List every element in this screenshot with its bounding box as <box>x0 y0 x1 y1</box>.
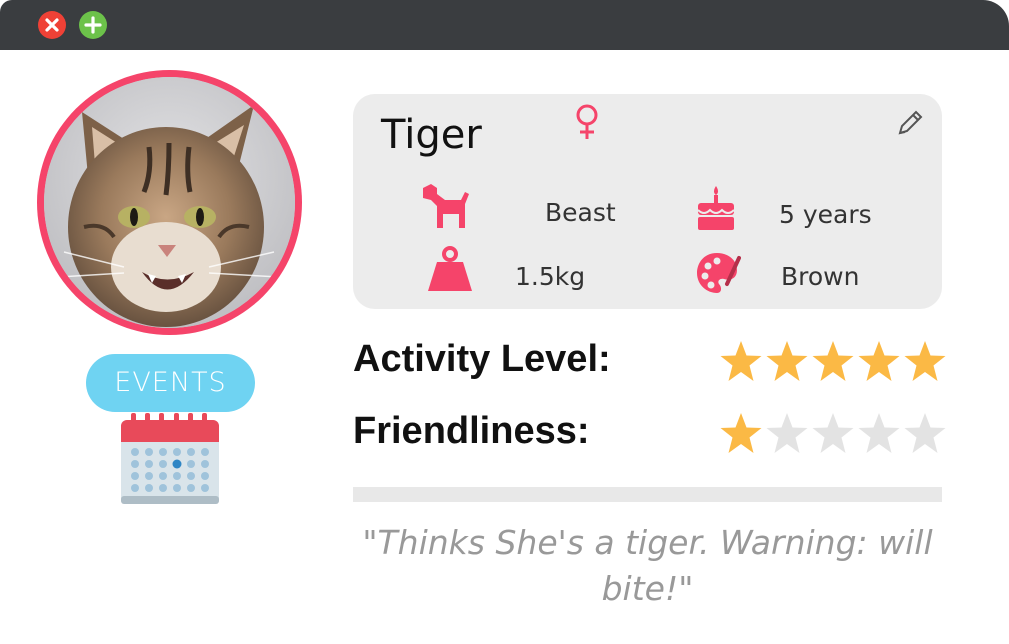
color-value: Brown <box>781 262 860 291</box>
star-filled-icon[interactable] <box>720 340 762 384</box>
pet-description-quote: "Thinks She's a tiger. Warning: will bit… <box>362 523 933 608</box>
divider <box>353 487 942 502</box>
activity-rating[interactable] <box>720 340 946 384</box>
weight-icon <box>427 246 473 296</box>
palette-icon <box>695 250 741 300</box>
close-icon <box>45 18 59 32</box>
activity-level-label: Activity Level: <box>353 338 611 380</box>
weight-value: 1.5kg <box>515 262 586 291</box>
female-icon <box>573 102 601 146</box>
birthday-cake-icon <box>695 184 737 236</box>
pet-info-card: Tiger Beast 5 years 1.5kg Brown <box>353 94 942 309</box>
star-filled-icon[interactable] <box>858 340 900 384</box>
star-filled-icon[interactable] <box>812 340 854 384</box>
star-empty-icon[interactable] <box>812 412 854 456</box>
plus-icon <box>84 16 102 34</box>
star-filled-icon[interactable] <box>766 340 808 384</box>
friendliness-label: Friendliness: <box>353 410 590 452</box>
age-value: 5 years <box>779 200 872 229</box>
cat-photo <box>44 77 295 328</box>
star-empty-icon[interactable] <box>904 412 946 456</box>
events-button[interactable]: EVENTS <box>86 354 255 412</box>
star-empty-icon[interactable] <box>766 412 808 456</box>
close-button[interactable] <box>38 11 66 39</box>
breed-value: Beast <box>545 198 616 227</box>
star-filled-icon[interactable] <box>720 412 762 456</box>
pet-name: Tiger <box>381 112 482 158</box>
calendar-icon[interactable] <box>119 412 221 506</box>
window-titlebar <box>0 0 1009 50</box>
pencil-icon[interactable] <box>895 108 925 142</box>
friendliness-rating[interactable] <box>720 412 946 456</box>
star-empty-icon[interactable] <box>858 412 900 456</box>
avatar[interactable] <box>37 70 302 335</box>
star-filled-icon[interactable] <box>904 340 946 384</box>
dog-icon <box>421 182 471 234</box>
add-button[interactable] <box>79 11 107 39</box>
